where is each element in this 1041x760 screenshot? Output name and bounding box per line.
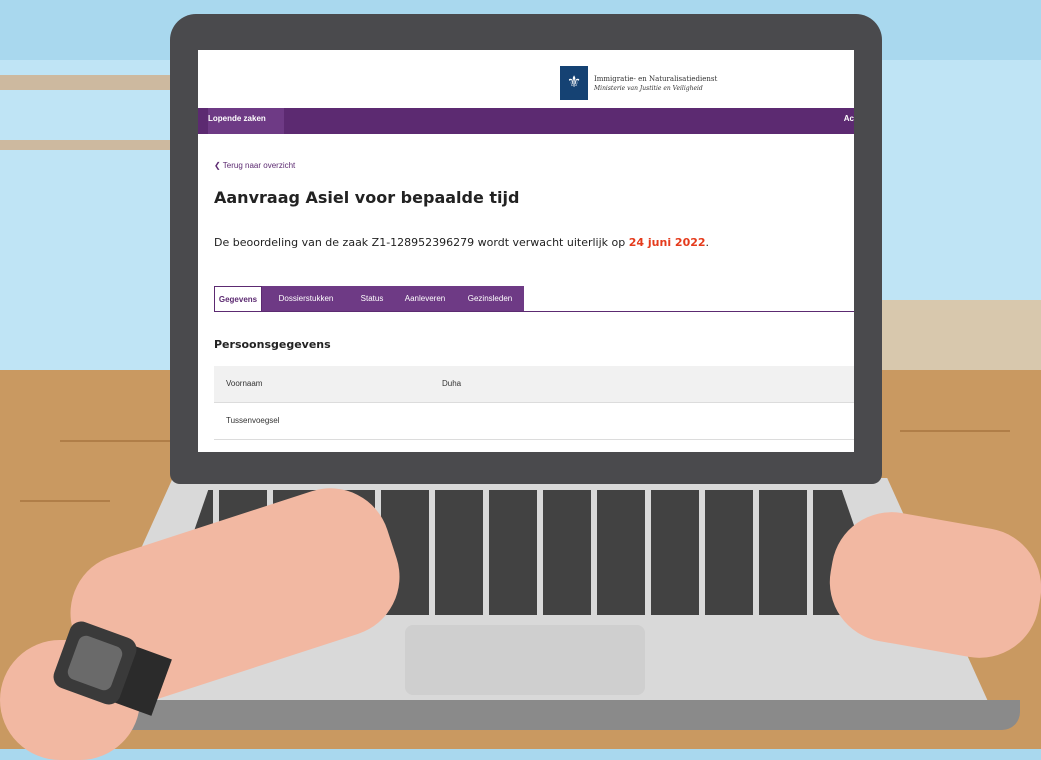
tab-underline	[214, 311, 854, 312]
status-message-suffix: .	[705, 236, 710, 249]
tab-dossierstukken[interactable]: Dossierstukken	[262, 286, 350, 312]
page-title: Aanvraag Asiel voor bepaalde tijd	[214, 188, 520, 207]
table-row: Voornaam Duha	[214, 366, 854, 403]
org-subtitle: Ministerie van Justitie en Veiligheid	[594, 85, 703, 92]
tab-gezinsleden[interactable]: Gezinsleden	[456, 286, 524, 312]
section-title: Persoonsgegevens	[214, 338, 331, 351]
laptop-base-edge	[20, 700, 1020, 730]
table-row: Tussenvoegsel	[214, 403, 854, 440]
main-nav: Lopende zaken Ac	[198, 108, 854, 134]
site-header: ⚜ Immigratie- en Naturalisatiedienst Min…	[198, 50, 854, 108]
window-frame	[0, 75, 190, 90]
tab-aanleveren[interactable]: Aanleveren	[394, 286, 456, 312]
nav-item-label[interactable]: Lopende zaken	[208, 114, 266, 123]
window-frame	[0, 140, 190, 150]
touchpad	[405, 625, 645, 695]
field-label: Voornaam	[226, 379, 263, 388]
tab-status[interactable]: Status	[350, 286, 394, 312]
tab-gegevens[interactable]: Gegevens	[214, 286, 262, 312]
wood-grain	[20, 500, 110, 502]
status-message: De beoordeling van de zaak Z1-1289523962…	[214, 236, 709, 249]
field-label: Tussenvoegsel	[226, 416, 280, 425]
status-message-text: De beoordeling van de zaak Z1-1289523962…	[214, 236, 629, 249]
org-name: Immigratie- en Naturalisatiedienst	[594, 75, 718, 83]
field-value: Duha	[442, 379, 462, 388]
back-link[interactable]: ❮ Terug naar overzicht	[214, 161, 295, 170]
laptop-screen: ⚜ Immigratie- en Naturalisatiedienst Min…	[198, 50, 854, 452]
wood-grain	[60, 440, 180, 442]
wood-grain	[900, 430, 1010, 432]
ind-logo-icon: ⚜	[560, 66, 588, 100]
deadline-date: 24 juni 2022	[628, 236, 706, 249]
nav-item-right[interactable]: Ac	[844, 114, 854, 123]
